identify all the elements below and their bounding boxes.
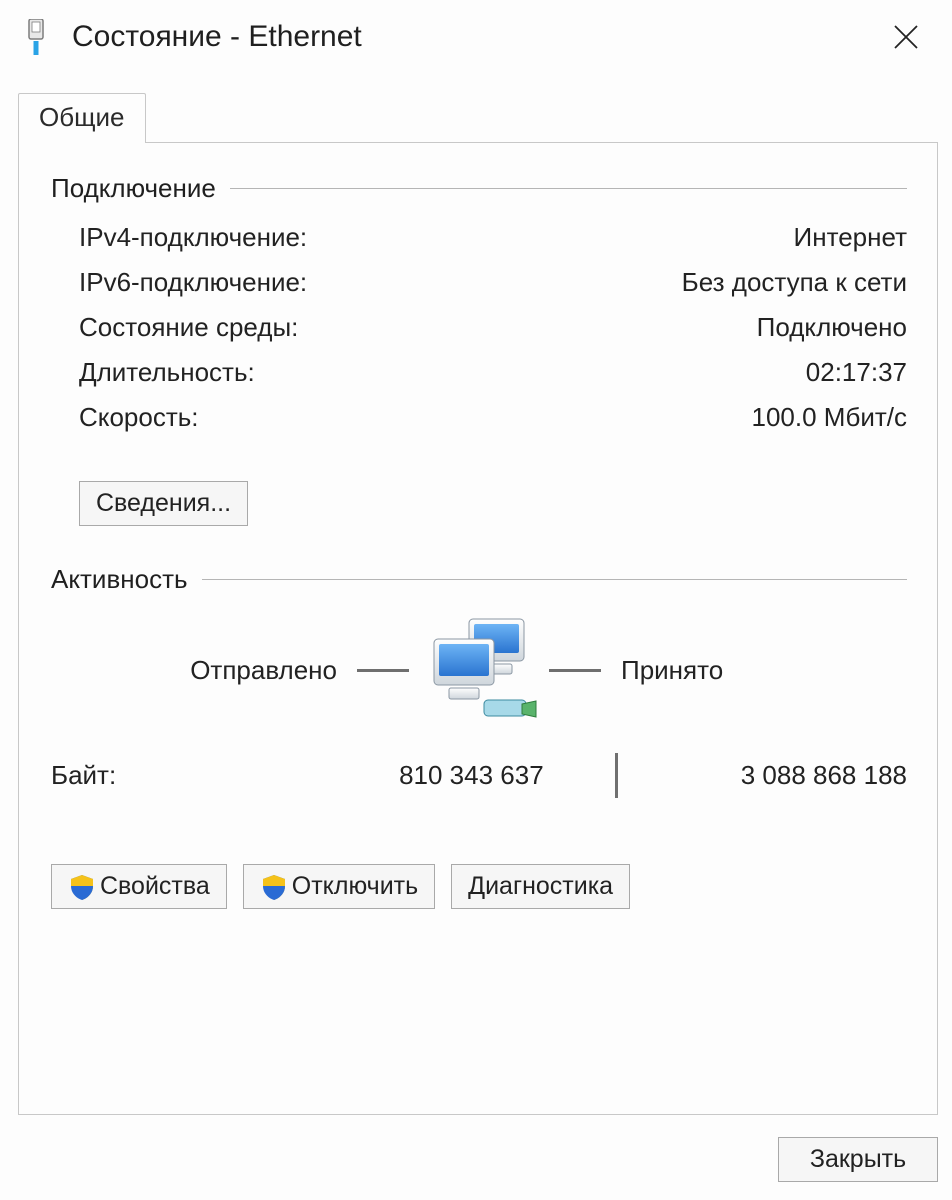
tabs: Общие: [18, 92, 938, 142]
media-state-label: Состояние среды:: [79, 312, 298, 343]
close-button[interactable]: Закрыть: [778, 1137, 938, 1182]
bytes-received-value: 3 088 868 188: [632, 760, 907, 791]
ipv6-label: IPv6-подключение:: [79, 267, 307, 298]
connection-group-label: Подключение: [51, 173, 216, 204]
diagnose-button-label: Диагностика: [468, 872, 613, 901]
ipv4-value: Интернет: [794, 222, 907, 253]
divider: [615, 753, 618, 798]
ethernet-adapter-icon: [22, 18, 50, 56]
titlebar: Состояние - Ethernet: [0, 0, 952, 74]
shield-icon: [260, 873, 288, 901]
media-state-value: Подключено: [757, 312, 907, 343]
divider: [230, 188, 907, 189]
connection-group-header: Подключение: [51, 173, 907, 204]
sent-label: Отправлено: [190, 655, 337, 686]
tab-general[interactable]: Общие: [18, 93, 146, 143]
disable-button[interactable]: Отключить: [243, 864, 435, 909]
activity-group-label: Активность: [51, 564, 188, 595]
diagnose-button[interactable]: Диагностика: [451, 864, 630, 909]
details-button[interactable]: Сведения...: [79, 481, 248, 526]
dialog-footer: Закрыть: [0, 1115, 952, 1200]
network-computers-icon: [409, 615, 549, 725]
bytes-sent-value: 810 343 637: [326, 760, 601, 791]
ipv4-row: IPv4-подключение: Интернет: [79, 222, 907, 253]
ipv6-value: Без доступа к сети: [682, 267, 907, 298]
speed-row: Скорость: 100.0 Мбит/с: [79, 402, 907, 433]
tab-panel-general: Подключение IPv4-подключение: Интернет I…: [18, 142, 938, 1115]
duration-row: Длительность: 02:17:37: [79, 357, 907, 388]
action-buttons: Свойства Отключить: [51, 864, 907, 909]
speed-label: Скорость:: [79, 402, 199, 433]
divider: [202, 579, 907, 580]
properties-button-label: Свойства: [100, 872, 210, 901]
ipv6-row: IPv6-подключение: Без доступа к сети: [79, 267, 907, 298]
window-title: Состояние - Ethernet: [72, 20, 886, 54]
shield-icon: [68, 873, 96, 901]
duration-label: Длительность:: [79, 357, 255, 388]
bytes-row: Байт: 810 343 637 3 088 868 188: [51, 753, 907, 798]
received-label: Принято: [621, 655, 723, 686]
content-area: Общие Подключение IPv4-подключение: Инте…: [0, 74, 952, 1115]
divider: [549, 669, 601, 672]
ipv4-label: IPv4-подключение:: [79, 222, 307, 253]
activity-group-header: Активность: [51, 564, 907, 595]
activity-visual: Отправлено: [51, 615, 907, 725]
disable-button-label: Отключить: [292, 872, 418, 901]
connection-fields: IPv4-подключение: Интернет IPv6-подключе…: [51, 222, 907, 457]
close-icon[interactable]: [886, 17, 926, 57]
bytes-label: Байт:: [51, 760, 326, 791]
activity-group: Активность Отправлено: [51, 564, 907, 909]
speed-value: 100.0 Мбит/с: [752, 402, 908, 433]
status-dialog: Состояние - Ethernet Общие Подключение I…: [0, 0, 952, 1200]
media-state-row: Состояние среды: Подключено: [79, 312, 907, 343]
duration-value: 02:17:37: [806, 357, 907, 388]
properties-button[interactable]: Свойства: [51, 864, 227, 909]
divider: [357, 669, 409, 672]
